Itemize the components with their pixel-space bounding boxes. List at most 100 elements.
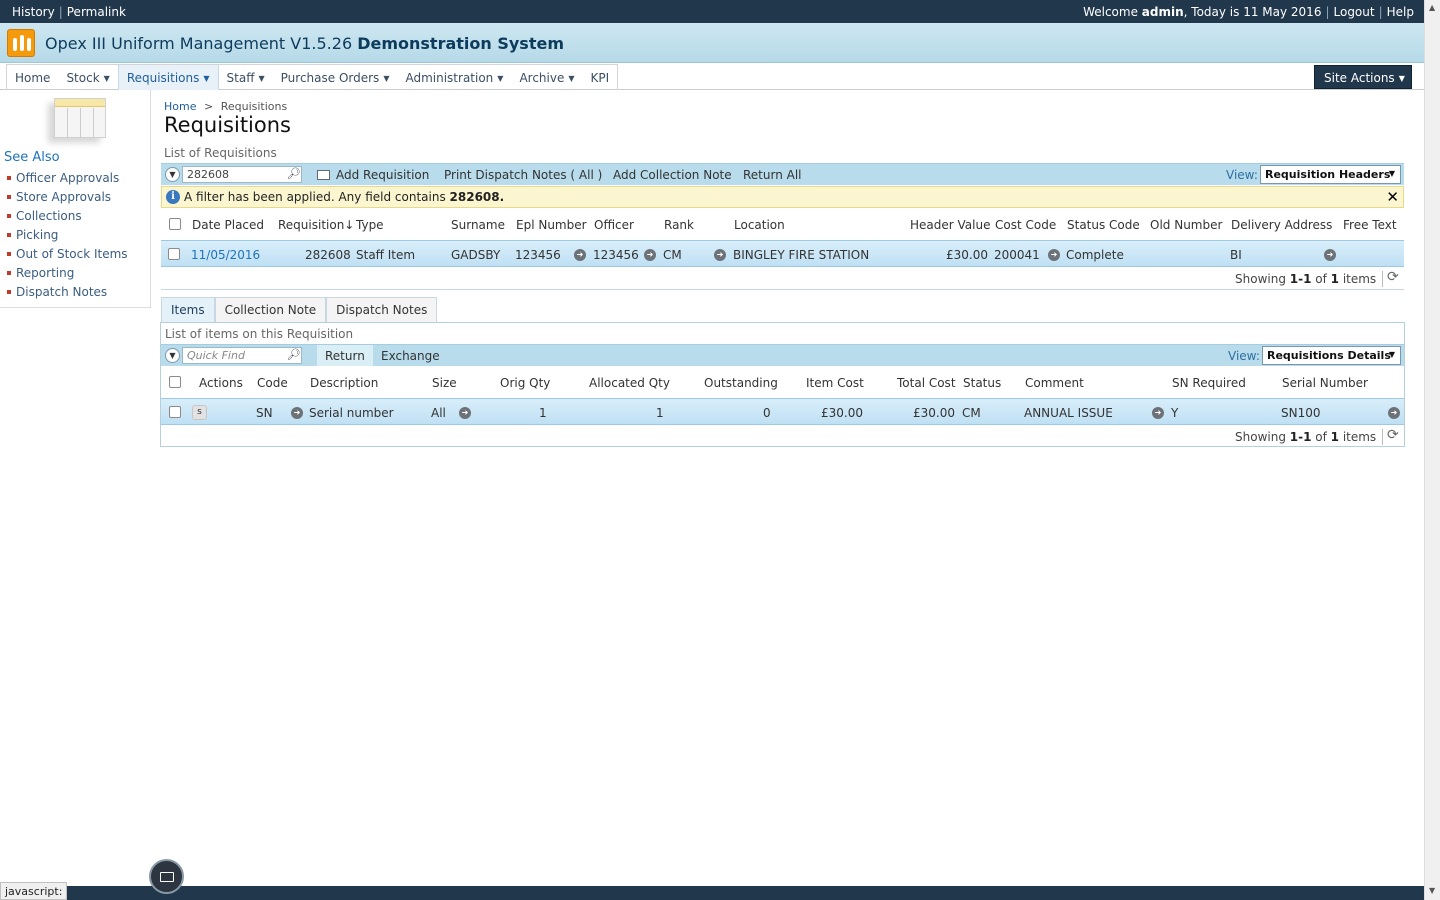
column-header[interactable]: Status Code xyxy=(1067,218,1140,232)
column-header[interactable]: Location xyxy=(734,218,785,232)
column-header[interactable]: SN Required xyxy=(1172,376,1246,390)
scroll-up-icon[interactable]: ▲ xyxy=(1429,3,1435,12)
left-link-officer-approvals[interactable]: Officer Approvals xyxy=(7,171,128,190)
left-link-dispatch-notes[interactable]: Dispatch Notes xyxy=(7,285,128,304)
column-header[interactable]: Total Cost xyxy=(897,376,956,390)
close-icon[interactable]: ✕ xyxy=(1386,188,1399,206)
column-header[interactable]: Comment xyxy=(1025,376,1084,390)
nav-staff[interactable]: Staff ▼ xyxy=(219,65,273,90)
select-all-checkbox[interactable] xyxy=(169,218,181,230)
go-arrow-icon[interactable]: ➜ xyxy=(644,249,656,261)
view-select[interactable]: Requisition Headers ▼ xyxy=(1260,165,1401,184)
serial-action-icon[interactable]: s xyxy=(192,405,207,420)
nav-requisitions[interactable]: Requisitions ▼ xyxy=(117,65,219,90)
go-arrow-icon[interactable]: ➜ xyxy=(1388,407,1400,419)
nav-purchase-orders[interactable]: Purchase Orders ▼ xyxy=(273,65,398,90)
column-header[interactable]: Officer xyxy=(594,218,634,232)
print-dispatch-notes-button[interactable]: Print Dispatch Notes ( All ) xyxy=(444,168,602,182)
column-header[interactable]: Actions xyxy=(199,376,243,390)
site-logo-icon[interactable] xyxy=(7,29,35,57)
column-header[interactable]: Rank xyxy=(664,218,694,232)
nav-kpi[interactable]: KPI xyxy=(583,65,618,90)
column-header[interactable]: Epl Number xyxy=(516,218,587,232)
go-arrow-icon[interactable]: ➜ xyxy=(1048,249,1060,261)
user-name[interactable]: admin xyxy=(1142,5,1184,19)
column-header[interactable]: Date Placed xyxy=(192,218,264,232)
column-header[interactable]: Status xyxy=(963,376,1001,390)
view-select[interactable]: Requisitions Details ▼ xyxy=(1262,346,1401,365)
mail-button[interactable] xyxy=(149,859,184,894)
tab-dispatch-notes[interactable]: Dispatch Notes xyxy=(326,297,438,322)
add-requisition-button[interactable]: Add Requisition xyxy=(317,168,429,182)
go-arrow-icon[interactable]: ➜ xyxy=(459,407,471,419)
nav-stock[interactable]: Stock ▼ xyxy=(58,65,117,90)
breadcrumb-separator: > xyxy=(203,100,214,113)
return-all-button[interactable]: Return All xyxy=(743,168,802,182)
column-header[interactable]: Orig Qty xyxy=(500,376,550,390)
column-header[interactable]: Delivery Address xyxy=(1231,218,1332,232)
column-header[interactable]: Free Text xyxy=(1343,218,1397,232)
pager-text: Showing xyxy=(1235,430,1290,444)
search-icon[interactable]: 🔎︎ xyxy=(286,167,301,182)
date-placed-link[interactable]: 11/05/2016 xyxy=(191,248,260,262)
left-link-store-approvals[interactable]: Store Approvals xyxy=(7,190,128,209)
logout-link[interactable]: Logout xyxy=(1334,5,1375,19)
refresh-icon[interactable]: ⟳ xyxy=(1387,269,1399,285)
go-arrow-icon[interactable]: ➜ xyxy=(291,407,303,419)
column-header[interactable]: Size xyxy=(432,376,457,390)
left-link-collections[interactable]: Collections xyxy=(7,209,128,228)
column-header[interactable]: Cost Code xyxy=(995,218,1056,232)
breadcrumb-home[interactable]: Home xyxy=(164,100,196,113)
history-link[interactable]: History xyxy=(12,5,55,19)
search-icon[interactable]: 🔎︎ xyxy=(286,348,301,363)
column-header[interactable]: Item Cost xyxy=(806,376,864,390)
site-title[interactable]: Opex III Uniform Management V1.5.26 Demo… xyxy=(45,34,564,53)
left-link-picking[interactable]: Picking xyxy=(7,228,128,247)
go-arrow-icon[interactable]: ➜ xyxy=(1152,407,1164,419)
left-link-out-of-stock-items[interactable]: Out of Stock Items xyxy=(7,247,128,266)
add-requisition-label: Add Requisition xyxy=(336,168,430,182)
left-link-reporting[interactable]: Reporting xyxy=(7,266,128,285)
type-value: Staff Item xyxy=(356,248,416,262)
table-row[interactable]: 11/05/2016 282608 Staff Item GADSBY 1234… xyxy=(161,240,1404,267)
column-header[interactable]: Type xyxy=(356,218,384,232)
nav-archive[interactable]: Archive ▼ xyxy=(511,65,582,90)
column-header[interactable]: Surname xyxy=(451,218,505,232)
vertical-scrollbar[interactable]: ▲ ▼ xyxy=(1424,0,1440,900)
column-header[interactable]: Code xyxy=(257,376,288,390)
tab-items[interactable]: Items xyxy=(161,297,215,322)
help-link[interactable]: Help xyxy=(1387,5,1414,19)
go-arrow-icon[interactable]: ➜ xyxy=(574,249,586,261)
go-arrow-icon[interactable]: ➜ xyxy=(714,249,726,261)
permalink-link[interactable]: Permalink xyxy=(67,5,126,19)
column-header[interactable]: Old Number xyxy=(1150,218,1222,232)
column-header[interactable]: Description xyxy=(310,376,378,390)
add-collection-note-button[interactable]: Add Collection Note xyxy=(613,168,732,182)
go-arrow-icon[interactable]: ➜ xyxy=(1324,249,1336,261)
breadcrumb: Home > Requisitions xyxy=(164,100,287,113)
divider xyxy=(1382,271,1383,287)
row-checkbox[interactable] xyxy=(168,248,180,260)
row-checkbox[interactable] xyxy=(169,406,181,418)
refresh-icon[interactable]: ⟳ xyxy=(1387,427,1399,443)
column-header[interactable]: Allocated Qty xyxy=(589,376,670,390)
chevron-down-icon[interactable]: ▼ xyxy=(165,348,180,363)
requisition-search-input[interactable]: 282608 xyxy=(182,166,302,183)
chevron-down-icon[interactable]: ▼ xyxy=(165,167,180,182)
column-header[interactable]: Serial Number xyxy=(1282,376,1368,390)
quick-find-input[interactable]: Quick Find xyxy=(182,347,302,364)
browser-status-text: javascript: xyxy=(0,882,68,900)
tab-collection-note[interactable]: Collection Note xyxy=(214,297,327,322)
pager-text: items xyxy=(1339,272,1377,286)
column-header[interactable]: Header Value xyxy=(910,218,990,232)
nav-administration[interactable]: Administration ▼ xyxy=(397,65,511,90)
select-all-checkbox[interactable] xyxy=(169,376,181,388)
table-row[interactable]: s SN ➜ Serial number All ➜ 1 1 0 £30.00 … xyxy=(161,398,1404,425)
site-actions-button[interactable]: Site Actions ▼ xyxy=(1314,65,1412,89)
column-header[interactable]: Requisition↓ xyxy=(278,218,354,232)
exchange-button[interactable]: Exchange xyxy=(381,349,440,363)
nav-home[interactable]: Home xyxy=(7,65,58,90)
return-button[interactable]: Return xyxy=(317,345,373,366)
column-header[interactable]: Outstanding xyxy=(704,376,778,390)
scroll-down-icon[interactable]: ▼ xyxy=(1429,886,1435,895)
